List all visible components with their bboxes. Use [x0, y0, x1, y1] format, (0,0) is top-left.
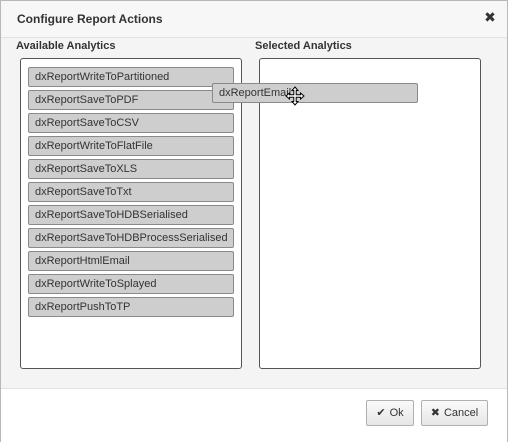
- available-analytics-label: Available Analytics: [16, 40, 116, 52]
- list-item[interactable]: dxReportWriteToSplayed: [28, 274, 234, 294]
- selected-analytics-label: Selected Analytics: [255, 40, 352, 52]
- list-item[interactable]: dxReportWriteToFlatFile: [28, 136, 234, 156]
- ok-button[interactable]: ✔ Ok: [366, 400, 414, 426]
- list-item[interactable]: dxReportSaveToTxt: [28, 182, 234, 202]
- cancel-button-label: Cancel: [443, 407, 479, 419]
- list-item[interactable]: dxReportWriteToPartitioned: [28, 67, 234, 87]
- close-icon[interactable]: ✖: [482, 9, 498, 25]
- move-cursor-icon: [285, 86, 305, 106]
- list-item[interactable]: dxReportSaveToHDBSerialised: [28, 205, 234, 225]
- list-item[interactable]: dxReportSaveToXLS: [28, 159, 234, 179]
- close-icon: ✖: [430, 407, 440, 419]
- list-item[interactable]: dxReportSaveToCSV: [28, 113, 234, 133]
- dialog-title: Configure Report Actions: [17, 12, 163, 26]
- dragging-list-item[interactable]: dxReportEmail: [212, 83, 418, 103]
- list-item[interactable]: dxReportSaveToPDF: [28, 90, 234, 110]
- cancel-button[interactable]: ✖ Cancel: [421, 400, 488, 426]
- list-item[interactable]: dxReportSaveToHDBProcessSerialised: [28, 228, 234, 248]
- dialog-titlebar: Configure Report Actions ✖: [1, 1, 507, 38]
- check-icon: ✔: [376, 407, 386, 419]
- list-item[interactable]: dxReportPushToTP: [28, 297, 234, 317]
- ok-button-label: Ok: [389, 407, 404, 419]
- list-item[interactable]: dxReportHtmlEmail: [28, 251, 234, 271]
